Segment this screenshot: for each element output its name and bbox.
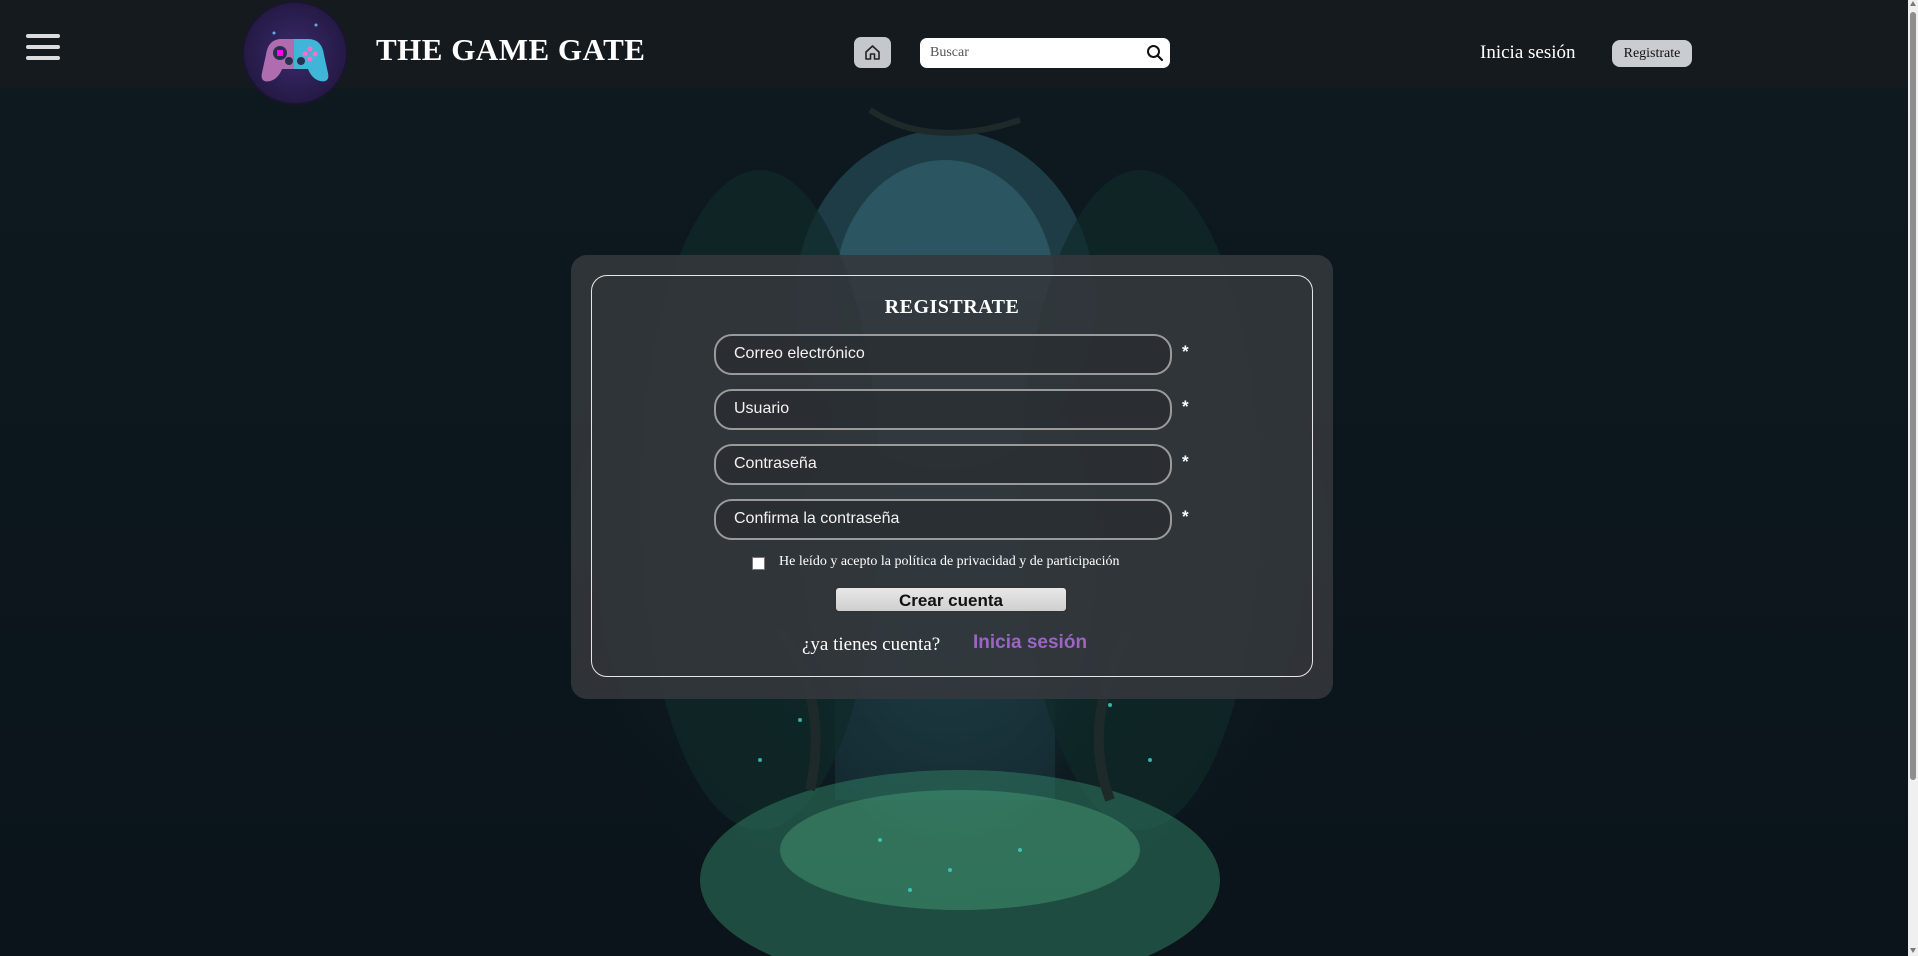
search-icon[interactable] [1146,44,1164,62]
required-mark: * [1182,452,1189,471]
form-title: REGISTRATE [884,296,1020,318]
vertical-scrollbar[interactable] [1908,0,1918,956]
register-button[interactable]: Registrate [1612,40,1692,67]
login-link[interactable]: Inicia sesión [1480,42,1576,64]
required-mark: * [1182,507,1189,526]
confirm-password-field[interactable] [734,509,1134,529]
confirm-password-field-wrapper [714,499,1172,540]
password-field[interactable] [734,454,1134,474]
email-field-wrapper [714,334,1172,375]
gamepad-logo-icon[interactable] [244,3,346,103]
terms-checkbox[interactable] [752,557,765,570]
terms-label: He leído y acepto la política de privaci… [779,554,1120,569]
scroll-down-arrow-icon[interactable] [1910,948,1916,953]
search-box [920,38,1170,68]
email-field[interactable] [734,344,1134,364]
login-alt-link[interactable]: Inicia sesión [973,632,1087,654]
password-field-wrapper [714,444,1172,485]
registration-panel: REGISTRATE * * * * He leído y acepto la … [571,255,1333,699]
username-field-wrapper [714,389,1172,430]
registration-form: REGISTRATE * * * * He leído y acepto la … [591,275,1313,677]
home-icon [865,45,880,60]
required-mark: * [1182,342,1189,361]
site-title: THE GAME GATE [376,32,646,67]
scrollbar-thumb[interactable] [1910,12,1916,780]
have-account-text: ¿ya tienes cuenta? [802,634,941,655]
home-button[interactable] [854,37,891,68]
hamburger-menu-icon[interactable] [26,34,60,60]
create-account-button[interactable]: Crear cuenta [834,586,1068,613]
scroll-up-arrow-icon[interactable] [1910,1,1916,6]
username-field[interactable] [734,399,1134,419]
required-mark: * [1182,397,1189,416]
top-navigation-bar: THE GAME GATE Inicia sesión Registrate [0,0,1908,103]
search-input[interactable] [930,43,1130,63]
